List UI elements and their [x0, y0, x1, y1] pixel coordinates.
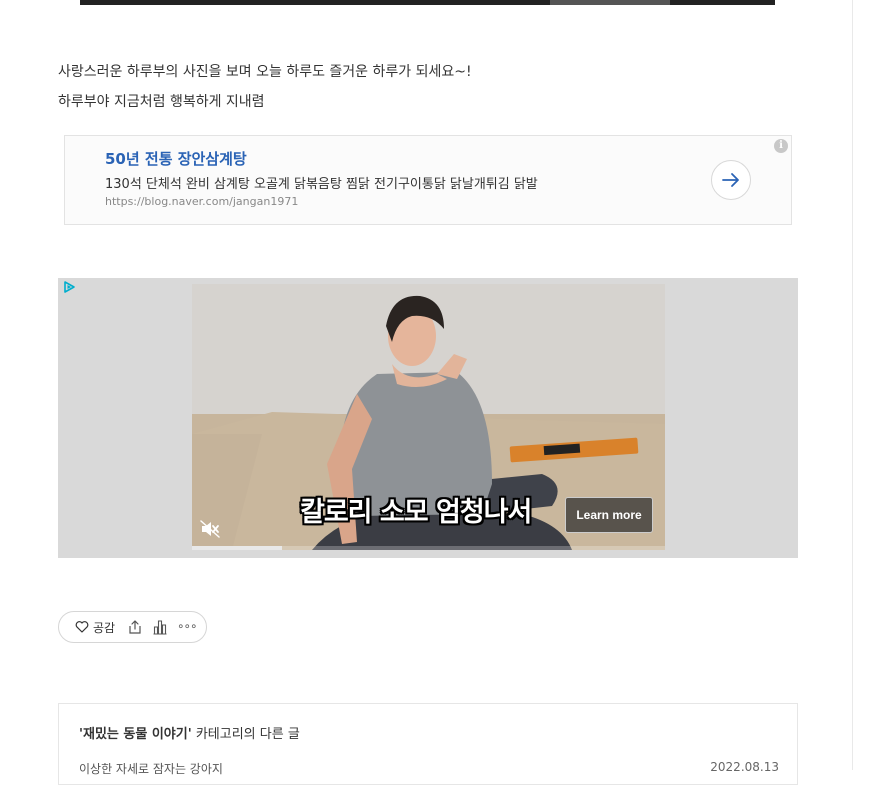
video-ad[interactable]: 칼로리 소모 엄청나서 Learn more	[58, 278, 798, 558]
info-icon[interactable]: i	[774, 139, 788, 153]
more-icon[interactable]: ∘∘∘	[177, 619, 198, 633]
learn-more-button[interactable]: Learn more	[565, 497, 653, 533]
video-progress-bar[interactable]	[192, 546, 665, 550]
ad-title[interactable]: 50년 전통 장안삼계탕	[105, 148, 247, 169]
like-label[interactable]: 공감	[93, 619, 115, 636]
share-icon[interactable]	[128, 619, 142, 635]
post-paragraph: 사랑스러운 하루부의 사진을 보며 오늘 하루도 즐거운 하루가 되세요~!	[58, 64, 472, 80]
related-title-suffix: 카테고리의 다른 글	[191, 727, 300, 742]
post-paragraph: 하루부야 지금처럼 행복하게 지내렴	[58, 94, 265, 110]
video-progress-fill	[192, 546, 282, 550]
post-image-bottom-edge	[80, 0, 775, 5]
related-post-link[interactable]: 이상한 자세로 잠자는 강아지	[79, 760, 223, 777]
related-posts-title: '재밌는 동물 이야기' 카테고리의 다른 글	[79, 723, 300, 742]
related-posts-box: '재밌는 동물 이야기' 카테고리의 다른 글 이상한 자세로 잠자는 강아지 …	[58, 703, 798, 785]
arrow-right-icon[interactable]	[711, 160, 751, 200]
stats-icon[interactable]	[153, 619, 167, 635]
adchoices-icon[interactable]	[62, 280, 76, 294]
text-ad-card[interactable]: 50년 전통 장안삼계탕 130석 단체석 완비 삼계탕 오골계 닭볶음탕 찜닭…	[64, 135, 792, 225]
speaker-muted-icon[interactable]	[200, 520, 220, 538]
related-post-date: 2022.08.13	[710, 760, 779, 774]
video-caption: 칼로리 소모 엄청나서	[300, 497, 532, 528]
ad-url[interactable]: https://blog.naver.com/jangan1971	[105, 195, 298, 208]
content-right-border	[852, 0, 853, 770]
video-player[interactable]: 칼로리 소모 엄청나서 Learn more	[192, 284, 665, 550]
ad-description: 130석 단체석 완비 삼계탕 오골계 닭볶음탕 찜닭 전기구이통닭 닭날개튀김…	[105, 177, 538, 192]
related-category[interactable]: '재밌는 동물 이야기'	[79, 727, 192, 742]
reaction-bar: 공감 ∘∘∘	[58, 611, 207, 643]
heart-icon[interactable]	[75, 620, 89, 634]
